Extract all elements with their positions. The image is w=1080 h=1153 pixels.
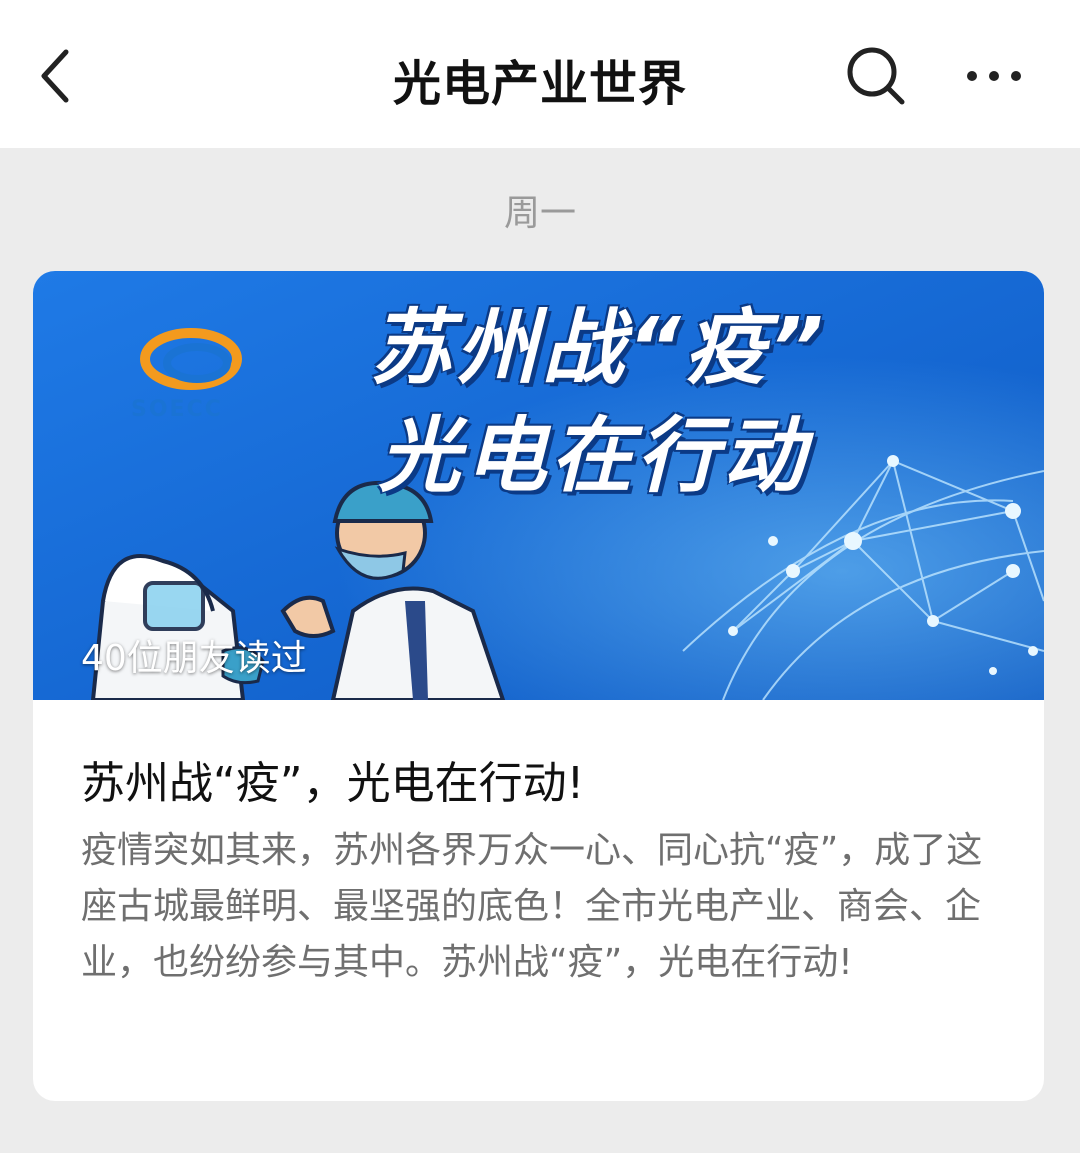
top-navigation-bar: 光电产业世界 (0, 0, 1080, 148)
article-card[interactable]: 苏州战“疫” 光电在行动 SOECC 40位朋友读过 苏州战“疫”，光电在行动!… (33, 271, 1044, 1101)
friends-read-count: 40位朋友读过 (81, 638, 307, 679)
article-cover-image[interactable]: 苏州战“疫” 光电在行动 SOECC 40位朋友读过 (33, 271, 1044, 700)
article-title[interactable]: 苏州战“疫”，光电在行动! (81, 747, 1001, 811)
search-button[interactable] (840, 40, 912, 112)
search-icon (847, 47, 905, 105)
article-summary: 疫情突如其来，苏州各界万众一心、同心抗“疫”，成了这座古城最鲜明、最坚强的底色！… (81, 830, 983, 983)
cover-headline-line1: 苏州战“疫” (369, 301, 828, 396)
more-horizontal-icon (967, 71, 1021, 81)
more-button[interactable] (958, 52, 1030, 100)
cover-brand-logo: SOECC (131, 397, 223, 422)
day-label: 周一 (503, 193, 576, 234)
account-title: 光电产业世界 (392, 56, 687, 112)
